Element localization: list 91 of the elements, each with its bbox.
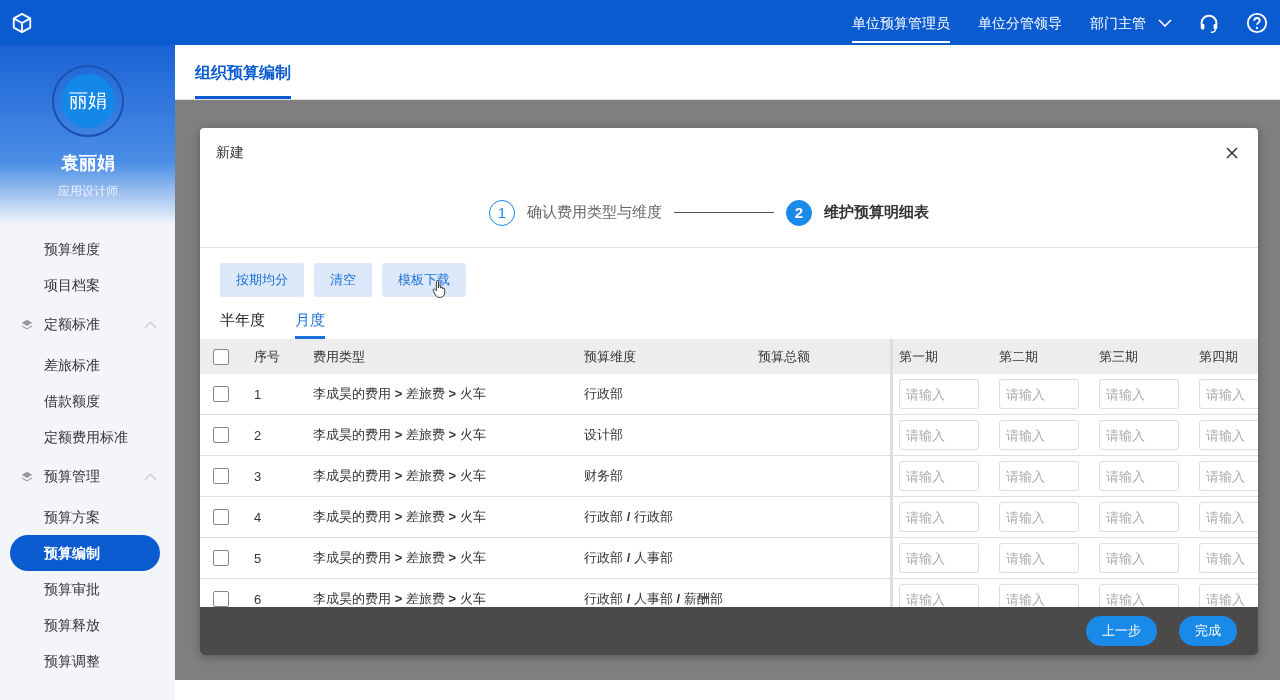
close-icon[interactable] — [1226, 147, 1238, 159]
row-checkbox[interactable] — [213, 386, 229, 402]
amount-input[interactable]: 请输入 — [999, 584, 1079, 607]
amount-input[interactable]: 请输入 — [899, 502, 979, 532]
column-header: 第四期 — [1198, 347, 1239, 366]
row-checkbox[interactable] — [213, 591, 229, 607]
cube-logo-icon[interactable] — [11, 11, 33, 34]
amount-input[interactable]: 请输入 — [899, 543, 979, 573]
role-tab[interactable]: 单位预算管理员 — [852, 2, 950, 43]
chevron-down-icon[interactable] — [1158, 18, 1172, 27]
table-cell-text: 4 — [253, 509, 263, 525]
user-name: 袁丽娟 — [60, 152, 115, 175]
column-header: 费用类型 — [312, 347, 366, 366]
amount-input[interactable]: 请输入 — [1099, 461, 1179, 491]
amount-input[interactable]: 请输入 — [1099, 543, 1179, 573]
table-cell-text: 李成昊的费用 > 差旅费 > 火车 — [312, 385, 487, 403]
table-cell-text: 设计部 — [584, 426, 624, 444]
action-button[interactable]: 模板下载 — [382, 263, 466, 297]
column-header: 第二期 — [998, 347, 1039, 366]
table-cell-text: 李成昊的费用 > 差旅费 > 火车 — [312, 590, 487, 607]
menu-item[interactable]: 预算维度 — [10, 231, 160, 267]
table-cell-text: 行政部 / 人事部 — [584, 549, 674, 567]
column-header: 第三期 — [1098, 347, 1139, 366]
menu-item[interactable]: 预算审批 — [10, 571, 160, 607]
footer-button[interactable]: 上一步 — [1086, 616, 1157, 646]
table-cell-text: 李成昊的费用 > 差旅费 > 火车 — [312, 426, 487, 444]
row-checkbox[interactable] — [213, 509, 229, 525]
column-header: 预算总额 — [758, 347, 810, 366]
menu-item[interactable]: 定额费用标准 — [10, 419, 160, 455]
table-cell-text: 3 — [253, 468, 263, 484]
avatar: 丽娟 — [51, 65, 124, 137]
table-cell-text: 财务部 — [584, 467, 624, 485]
amount-input[interactable]: 请输入 — [1199, 502, 1258, 532]
table-cell-text: 行政部 / 行政部 — [584, 508, 674, 526]
table-cell-text: 1 — [253, 386, 263, 402]
menu-item[interactable]: 预算调整 — [10, 643, 160, 679]
amount-input[interactable]: 请输入 — [999, 420, 1079, 450]
amount-input[interactable]: 请输入 — [999, 379, 1079, 409]
amount-input[interactable]: 请输入 — [999, 502, 1079, 532]
table-cell-text: 行政部 / 人事部 / 薪酬部 — [584, 590, 724, 607]
menu-item[interactable]: 预算编制 — [10, 535, 160, 571]
amount-input[interactable]: 请输入 — [1199, 543, 1258, 573]
row-checkbox[interactable] — [213, 468, 229, 484]
amount-input[interactable]: 请输入 — [999, 461, 1079, 491]
table-cell-text: 李成昊的费用 > 差旅费 > 火车 — [312, 467, 487, 485]
table-cell-text: 5 — [253, 550, 263, 566]
column-header: 第一期 — [898, 347, 939, 366]
select-all-checkbox[interactable] — [213, 348, 229, 365]
footer-button[interactable]: 完成 — [1179, 616, 1237, 646]
menu-group[interactable]: 定额标准 — [44, 316, 134, 334]
layers-icon — [20, 318, 34, 332]
menu-item[interactable]: 借款额度 — [10, 383, 160, 419]
user-role: 应用设计师 — [57, 183, 118, 200]
menu-item[interactable]: 预算释放 — [10, 607, 160, 643]
amount-input[interactable]: 请输入 — [1099, 584, 1179, 607]
action-button[interactable]: 按期均分 — [220, 263, 304, 297]
table-cell-text: 行政部 — [584, 385, 624, 403]
amount-input[interactable]: 请输入 — [1099, 379, 1179, 409]
amount-input[interactable]: 请输入 — [899, 461, 979, 491]
role-tab[interactable]: 部门主管 — [1090, 2, 1146, 43]
menu-group[interactable]: 预算管理 — [44, 468, 134, 486]
table-cell-text: 李成昊的费用 > 差旅费 > 火车 — [312, 549, 487, 567]
role-tab[interactable]: 单位分管领导 — [978, 2, 1062, 43]
column-header: 预算维度 — [584, 347, 637, 366]
action-button[interactable]: 清空 — [314, 263, 372, 297]
row-checkbox[interactable] — [213, 427, 229, 443]
row-checkbox[interactable] — [213, 550, 229, 566]
menu-item[interactable]: 项目档案 — [10, 267, 160, 303]
table-cell-text: 李成昊的费用 > 差旅费 > 火车 — [312, 508, 487, 526]
column-header: 序号 — [253, 347, 281, 366]
amount-input[interactable]: 请输入 — [899, 584, 979, 607]
amount-input[interactable]: 请输入 — [1199, 420, 1258, 450]
menu-item[interactable]: 差旅标准 — [10, 347, 160, 383]
amount-input[interactable]: 请输入 — [899, 379, 979, 409]
amount-input[interactable]: 请输入 — [1099, 502, 1179, 532]
step-number: 2 — [786, 199, 812, 226]
help-icon[interactable] — [1246, 11, 1268, 34]
amount-input[interactable]: 请输入 — [899, 420, 979, 450]
menu-item[interactable]: 预算方案 — [10, 499, 160, 535]
amount-input[interactable]: 请输入 — [1099, 420, 1179, 450]
amount-input[interactable]: 请输入 — [999, 543, 1079, 573]
layers-icon — [20, 470, 34, 484]
step-label: 确认费用类型与维度 — [527, 203, 662, 222]
period-tab[interactable]: 半年度 — [220, 311, 265, 339]
amount-input[interactable]: 请输入 — [1199, 461, 1258, 491]
table-cell-text: 6 — [253, 591, 263, 607]
amount-input[interactable]: 请输入 — [1199, 584, 1258, 607]
table-cell-text: 2 — [253, 427, 263, 443]
step-label: 维护预算明细表 — [824, 203, 929, 222]
amount-input[interactable]: 请输入 — [1199, 379, 1258, 409]
dialog-title: 新建 — [216, 144, 244, 162]
